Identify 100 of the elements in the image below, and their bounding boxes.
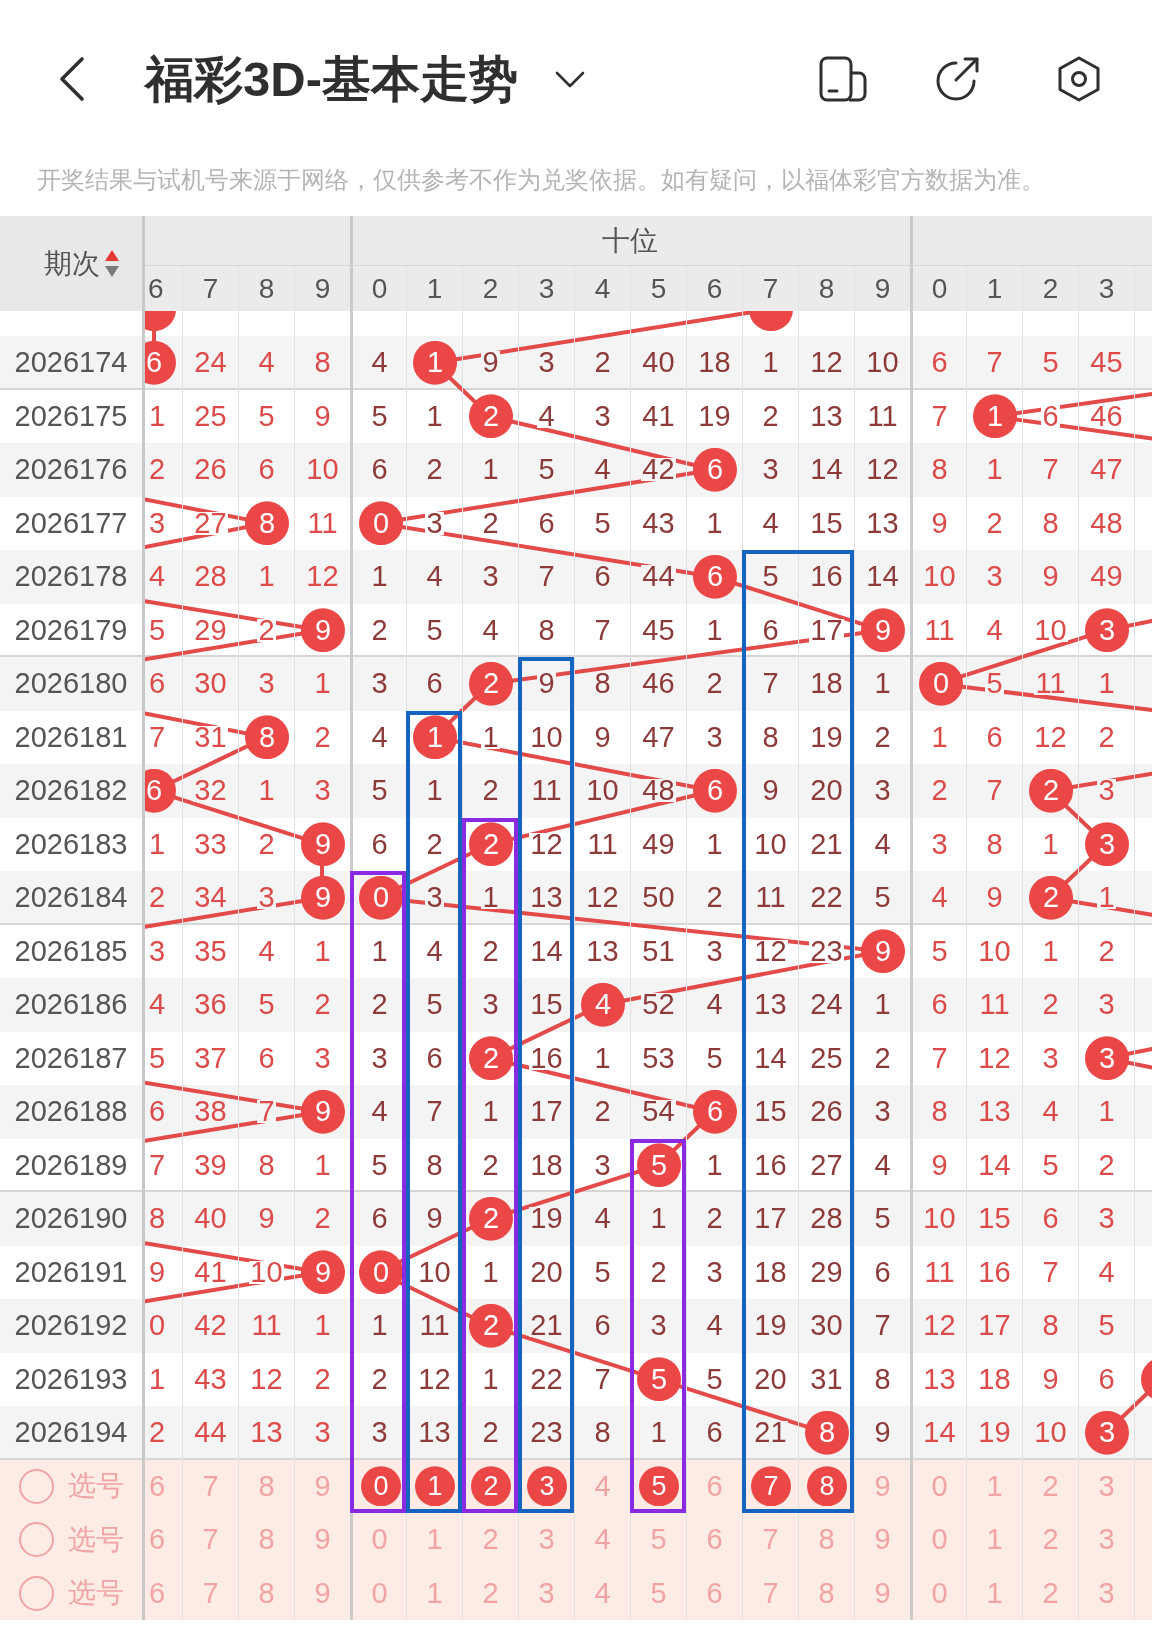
radio-button[interactable] bbox=[19, 1522, 54, 1558]
settings-icon[interactable] bbox=[1057, 56, 1101, 102]
table-cell: 8 bbox=[294, 336, 350, 390]
table-cell: 13 bbox=[966, 1085, 1022, 1139]
table-cell: 6 bbox=[350, 817, 406, 871]
table-cell: 3 bbox=[294, 1406, 350, 1460]
table-cell: 0 bbox=[910, 1566, 966, 1620]
table-cell: 2 bbox=[462, 1406, 518, 1460]
table-cell: 37 bbox=[182, 1031, 238, 1085]
table-cell: 5 bbox=[854, 1192, 910, 1246]
table-cell: 28 bbox=[182, 550, 238, 604]
table-cell: 8 bbox=[798, 1566, 854, 1620]
table-cell: 17 bbox=[742, 1192, 798, 1246]
table-cell: 1 bbox=[630, 1192, 686, 1246]
table-cell: 4 bbox=[742, 496, 798, 550]
table-cell: 19 bbox=[742, 1299, 798, 1353]
table-cell: 9 bbox=[854, 1566, 910, 1620]
table-cell: 2 bbox=[686, 871, 742, 925]
pick-label: 选号 bbox=[68, 1522, 124, 1557]
table-cell: 3 bbox=[854, 1085, 910, 1139]
table-cell: 1 bbox=[294, 657, 350, 711]
table-cell: 18 bbox=[798, 657, 854, 711]
table-cell: 1 bbox=[1078, 1085, 1134, 1139]
table-cell: 16 bbox=[966, 1245, 1022, 1299]
table-cell: 5 bbox=[1022, 336, 1078, 390]
table-cell: 30 bbox=[182, 657, 238, 711]
table-cell: 9 bbox=[294, 1513, 350, 1567]
table-cell: 11 bbox=[294, 496, 350, 550]
table-cell: 11 bbox=[406, 1299, 462, 1353]
table-cell: 1 bbox=[742, 336, 798, 390]
table-cell: 8 bbox=[574, 657, 630, 711]
table-cell: 4 bbox=[574, 1566, 630, 1620]
table-cell: 5 bbox=[966, 657, 1022, 711]
table-cell: 3 bbox=[462, 978, 518, 1032]
chevron-left-icon[interactable] bbox=[59, 56, 85, 102]
table-cell: 15 bbox=[518, 978, 574, 1032]
table-cell: 11 bbox=[518, 764, 574, 818]
table-cell: 11 bbox=[854, 389, 910, 443]
table-cell: 29 bbox=[182, 603, 238, 657]
table-cell: 12 bbox=[966, 1031, 1022, 1085]
table-cell: 13 bbox=[742, 978, 798, 1032]
radio-button[interactable] bbox=[19, 1468, 54, 1504]
table-cell: 10 bbox=[574, 764, 630, 818]
table-cell: 1 bbox=[406, 1566, 462, 1620]
table-cell: 14 bbox=[966, 1138, 1022, 1192]
table-cell: 2 bbox=[462, 764, 518, 818]
table-cell: 3 bbox=[1078, 764, 1134, 818]
table-cell: 13 bbox=[406, 1406, 462, 1460]
table-cell: 16 bbox=[798, 550, 854, 604]
table-cell: 4 bbox=[686, 1299, 742, 1353]
table-cell: 12 bbox=[798, 336, 854, 390]
table-cell: 17 bbox=[966, 1299, 1022, 1353]
table-cell: 41 bbox=[630, 389, 686, 443]
table-cell: 32 bbox=[182, 764, 238, 818]
table-cell: 6 bbox=[406, 657, 462, 711]
table-cell: 5 bbox=[238, 978, 294, 1032]
table-cell: 13 bbox=[798, 389, 854, 443]
table-cell: 1 bbox=[630, 1406, 686, 1460]
table-cell: 4 bbox=[238, 336, 294, 390]
table-cell: 9 bbox=[462, 336, 518, 390]
table-cell: 2 bbox=[574, 1085, 630, 1139]
table-cell: 36 bbox=[182, 978, 238, 1032]
table-cell: 2 bbox=[686, 1192, 742, 1246]
table-cell: 9 bbox=[1022, 550, 1078, 604]
phone-tablet-icon[interactable] bbox=[819, 56, 867, 102]
table-cell: 15 bbox=[966, 1192, 1022, 1246]
table-cell: 7 bbox=[854, 1299, 910, 1353]
table-cell: 39 bbox=[182, 1138, 238, 1192]
table-cell: 50 bbox=[630, 871, 686, 925]
pick-label: 选号 bbox=[68, 1469, 124, 1504]
table-cell: 3 bbox=[742, 443, 798, 497]
table-cell: 2 bbox=[1022, 1566, 1078, 1620]
table-cell: 2 bbox=[462, 1566, 518, 1620]
table-cell: 44 bbox=[182, 1406, 238, 1460]
table-cell: 7 bbox=[406, 1085, 462, 1139]
radio-button[interactable] bbox=[19, 1575, 54, 1611]
table-cell: 9 bbox=[854, 1513, 910, 1567]
page-title: 福彩3D-基本走势 bbox=[145, 51, 518, 108]
group-header: 十位 bbox=[602, 223, 658, 258]
table-cell: 43 bbox=[630, 496, 686, 550]
table-cell: 19 bbox=[518, 1192, 574, 1246]
table-cell: 10 bbox=[966, 924, 1022, 978]
table-cell: 1 bbox=[294, 1299, 350, 1353]
table-cell: 1 bbox=[462, 871, 518, 925]
table-cell: 3 bbox=[574, 389, 630, 443]
table-cell: 49 bbox=[630, 817, 686, 871]
arrow-out-circle-icon[interactable] bbox=[934, 56, 980, 102]
table-cell: 11 bbox=[742, 871, 798, 925]
chevron-down-icon[interactable] bbox=[554, 70, 585, 88]
table-cell: 23 bbox=[518, 1406, 574, 1460]
table-cell: 15 bbox=[798, 496, 854, 550]
table-cell: 20 bbox=[798, 764, 854, 818]
table-cell: 0 bbox=[350, 1566, 406, 1620]
table-cell: 10 bbox=[1022, 603, 1078, 657]
table-cell: 11 bbox=[574, 817, 630, 871]
table-cell: 24 bbox=[182, 336, 238, 390]
table-cell: 5 bbox=[742, 550, 798, 604]
table-cell: 3 bbox=[854, 764, 910, 818]
sort-icon[interactable] bbox=[105, 250, 119, 277]
table-cell: 7 bbox=[742, 657, 798, 711]
